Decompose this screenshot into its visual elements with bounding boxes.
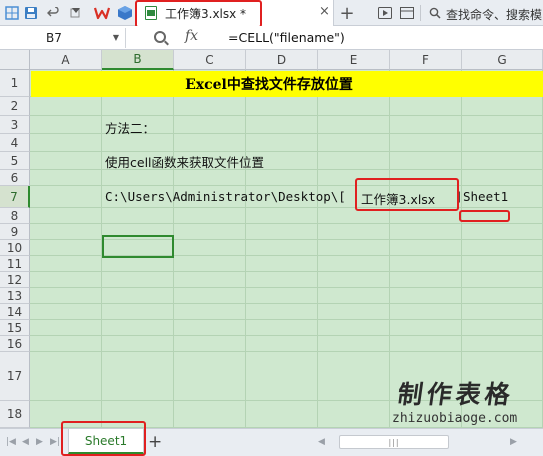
grid-row-line (30, 115, 543, 116)
row-header-4[interactable]: 4 (0, 134, 30, 152)
formula-bar: B7 ▼ fx =CELL("filename") (0, 26, 543, 50)
horizontal-scrollbar[interactable]: ||| (339, 435, 449, 449)
row-header-10[interactable]: 10 (0, 240, 30, 256)
document-tab[interactable]: 工作簿3.xlsx * × (136, 0, 334, 26)
grid-row-line (30, 351, 543, 352)
grid-row-line (30, 185, 543, 186)
column-header-a[interactable]: A (30, 50, 102, 70)
row-header-8[interactable]: 8 (0, 208, 30, 224)
grid-row-line (30, 287, 543, 288)
scroll-left-icon[interactable]: ◀ (318, 437, 325, 447)
column-header-f[interactable]: F (390, 50, 462, 70)
grid-row-line (30, 223, 543, 224)
zoom-icon[interactable] (154, 31, 166, 43)
scroll-right-icon[interactable]: ▶ (510, 437, 517, 447)
select-all-corner[interactable] (0, 50, 30, 70)
row-header-16[interactable]: 16 (0, 336, 30, 352)
row-header-9[interactable]: 9 (0, 224, 30, 240)
name-box-value: B7 (46, 31, 62, 45)
grid-column-line (245, 70, 246, 428)
column-header-b[interactable]: B (102, 50, 174, 70)
row-header-18[interactable]: 18 (0, 401, 30, 428)
cell-b7-sheetname: Sheet1 (463, 189, 509, 204)
last-sheet-icon[interactable]: ▶| (50, 437, 60, 447)
row-header-11[interactable]: 11 (0, 256, 30, 272)
active-cell-selection (102, 235, 174, 258)
row-header-17[interactable]: 17 (0, 352, 30, 401)
row-header-12[interactable]: 12 (0, 272, 30, 288)
column-header-c[interactable]: C (174, 50, 246, 70)
chevron-down-icon[interactable] (71, 6, 81, 16)
add-sheet-button[interactable]: + (148, 432, 162, 452)
grid-column-line (317, 70, 318, 428)
prev-sheet-icon[interactable]: ◀ (22, 437, 29, 447)
sheet-tab-bar: |◀ ◀ ▶ ▶| Sheet1 + ◀ ||| ▶ (0, 421, 543, 456)
undo-icon[interactable] (44, 4, 62, 22)
next-sheet-icon[interactable]: ▶ (36, 437, 43, 447)
column-header-e[interactable]: E (318, 50, 390, 70)
row-header-5[interactable]: 5 (0, 152, 30, 170)
sheet-tab-label: Sheet1 (84, 433, 128, 448)
grid-row-line (30, 335, 543, 336)
new-tab-button[interactable]: + (338, 3, 356, 24)
first-sheet-icon[interactable]: |◀ (6, 437, 16, 447)
apps-cube-icon[interactable] (116, 4, 134, 22)
grid-row-line (30, 319, 543, 320)
chevron-down-icon[interactable]: ▼ (113, 28, 119, 48)
title-row[interactable]: Excel中查找文件存放位置 (31, 71, 543, 97)
document-tab-label: 工作簿3.xlsx * (165, 7, 247, 21)
row-header-15[interactable]: 15 (0, 320, 30, 336)
cell-b5[interactable]: 使用cell函数来获取文件位置 (105, 152, 264, 171)
highlight-sheetname (459, 210, 510, 222)
close-tab-icon[interactable]: × (319, 4, 330, 19)
save-icon[interactable] (22, 4, 40, 22)
grid-row-line (30, 303, 543, 304)
column-header-g[interactable]: G (462, 50, 543, 70)
command-search-label[interactable]: 查找命令、搜索模 (446, 6, 542, 23)
name-box[interactable]: B7 ▼ (0, 28, 126, 48)
search-icon[interactable] (426, 4, 444, 22)
cell-b3[interactable]: 方法二： (105, 118, 155, 137)
grid-row-line (30, 271, 543, 272)
scroll-grip: ||| (388, 437, 400, 447)
column-header-d[interactable]: D (246, 50, 318, 70)
formula-input[interactable]: =CELL("filename") (228, 30, 345, 45)
cell-b7-path[interactable]: C:\Users\Administrator\Desktop\[ (105, 189, 346, 204)
cell-b7-bracket: ] (455, 189, 463, 204)
row-header-6[interactable]: 6 (0, 170, 30, 186)
watermark-url: zhizuobiaoge.com (392, 411, 518, 426)
grid-view-icon[interactable] (3, 4, 21, 22)
grid-column-line (389, 70, 390, 428)
toolbar-divider (420, 5, 421, 21)
spreadsheet-grid[interactable]: ABCDEFG 1 2 3 4 5 6 7 8 9 10 11 12 13 14 15 16 17 18 Exce… (0, 50, 543, 428)
sheet-tab-sheet1[interactable]: Sheet1 (68, 429, 144, 454)
cell-b7-filename: 工作簿3.xlsx (361, 192, 436, 207)
xlsx-file-icon (145, 6, 157, 20)
row-header-2[interactable]: 2 (0, 97, 30, 116)
title-tab-bar: 工作簿3.xlsx * × + 查找命令、搜索模 (0, 0, 543, 28)
watermark-cn: 制作表格 (395, 380, 516, 409)
fx-insert-function-button[interactable]: fx (185, 28, 198, 44)
layout-icon[interactable] (398, 4, 416, 22)
grid-row-line (30, 207, 543, 208)
wps-logo-icon[interactable] (93, 4, 111, 22)
play-icon[interactable] (376, 4, 394, 22)
row-header-7[interactable]: 7 (0, 186, 30, 208)
row-header-3[interactable]: 3 (0, 116, 30, 134)
row-header-14[interactable]: 14 (0, 304, 30, 320)
row-header-13[interactable]: 13 (0, 288, 30, 304)
row-header-1[interactable]: 1 (0, 70, 30, 97)
sheet-title: Excel中查找文件存放位置 (185, 77, 353, 93)
